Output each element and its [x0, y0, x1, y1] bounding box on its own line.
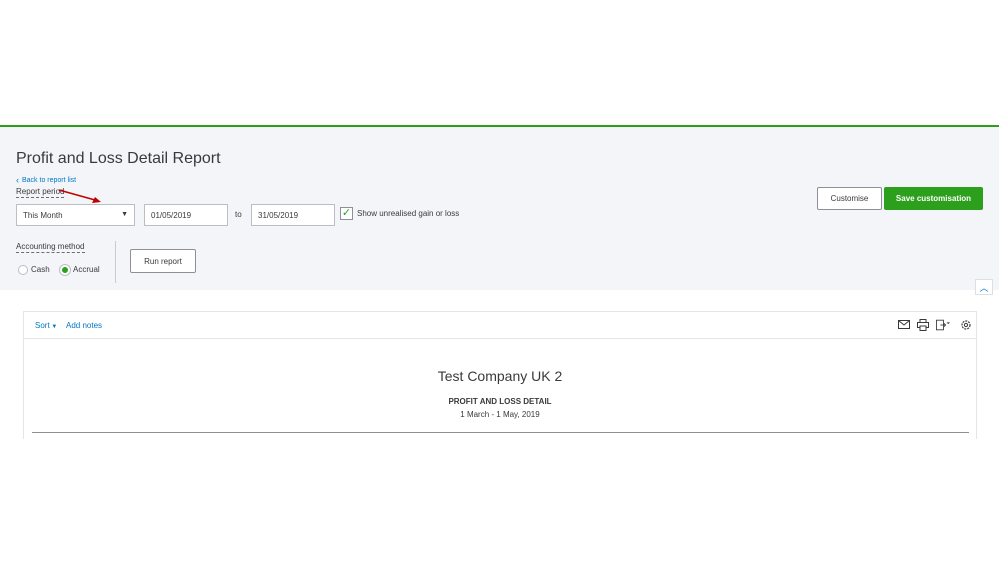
- collapse-header-button[interactable]: ︿: [975, 279, 993, 295]
- report-period-value: This Month: [23, 210, 63, 220]
- chevron-up-icon: ︿: [979, 282, 989, 293]
- page-title: Profit and Loss Detail Report: [16, 150, 221, 167]
- date-to-input[interactable]: 31/05/2019: [251, 204, 335, 226]
- filter-divider: [115, 241, 116, 283]
- report-toolbar: Sort ▼ Add notes: [24, 312, 976, 339]
- add-notes-link[interactable]: Add notes: [66, 321, 102, 330]
- back-to-report-list-link[interactable]: ‹ Back to report list: [16, 175, 77, 185]
- report-date-range: 1 March - 1 May, 2019: [460, 410, 540, 419]
- checkmark-icon: ✓: [341, 207, 352, 219]
- date-from-input[interactable]: 01/05/2019: [144, 204, 228, 226]
- annotation-arrow: [58, 189, 101, 203]
- page: Profit and Loss Detail Report ‹ Back to …: [0, 0, 999, 562]
- customise-button[interactable]: Customise: [817, 187, 882, 210]
- unrealised-gain-checkbox[interactable]: ✓: [340, 207, 353, 220]
- save-customisation-button[interactable]: Save customisation: [884, 187, 983, 210]
- report-panel: Sort ▼ Add notes Test Company UK 2 PROFI…: [23, 311, 977, 439]
- print-icon[interactable]: [916, 318, 930, 332]
- report-header-rule: [32, 432, 969, 433]
- chevron-left-icon: ‹: [16, 175, 19, 185]
- sort-label: Sort: [35, 321, 50, 330]
- report-name: PROFIT AND LOSS DETAIL: [448, 397, 552, 406]
- export-icon[interactable]: [936, 318, 950, 332]
- mail-icon[interactable]: [897, 318, 911, 332]
- accrual-radio-label: Accrual: [73, 265, 100, 274]
- cash-radio-label: Cash: [31, 265, 50, 274]
- date-to-value: 31/05/2019: [258, 210, 299, 220]
- company-name: Test Company UK 2: [437, 368, 563, 384]
- report-period-select[interactable]: This Month ▼: [16, 204, 135, 226]
- cash-radio[interactable]: [18, 265, 28, 275]
- unrealised-gain-label: Show unrealised gain or loss: [357, 209, 460, 218]
- gear-icon[interactable]: [959, 318, 973, 332]
- sort-dropdown[interactable]: Sort ▼: [35, 321, 57, 330]
- back-link-label: Back to report list: [22, 177, 77, 184]
- accounting-method-label: Accounting method: [16, 242, 85, 253]
- run-report-button[interactable]: Run report: [130, 249, 196, 273]
- date-to-separator: to: [235, 210, 242, 219]
- caret-down-icon: ▼: [49, 324, 58, 330]
- caret-down-icon: ▼: [121, 211, 128, 218]
- accrual-radio[interactable]: [60, 265, 70, 275]
- date-from-value: 01/05/2019: [151, 210, 192, 220]
